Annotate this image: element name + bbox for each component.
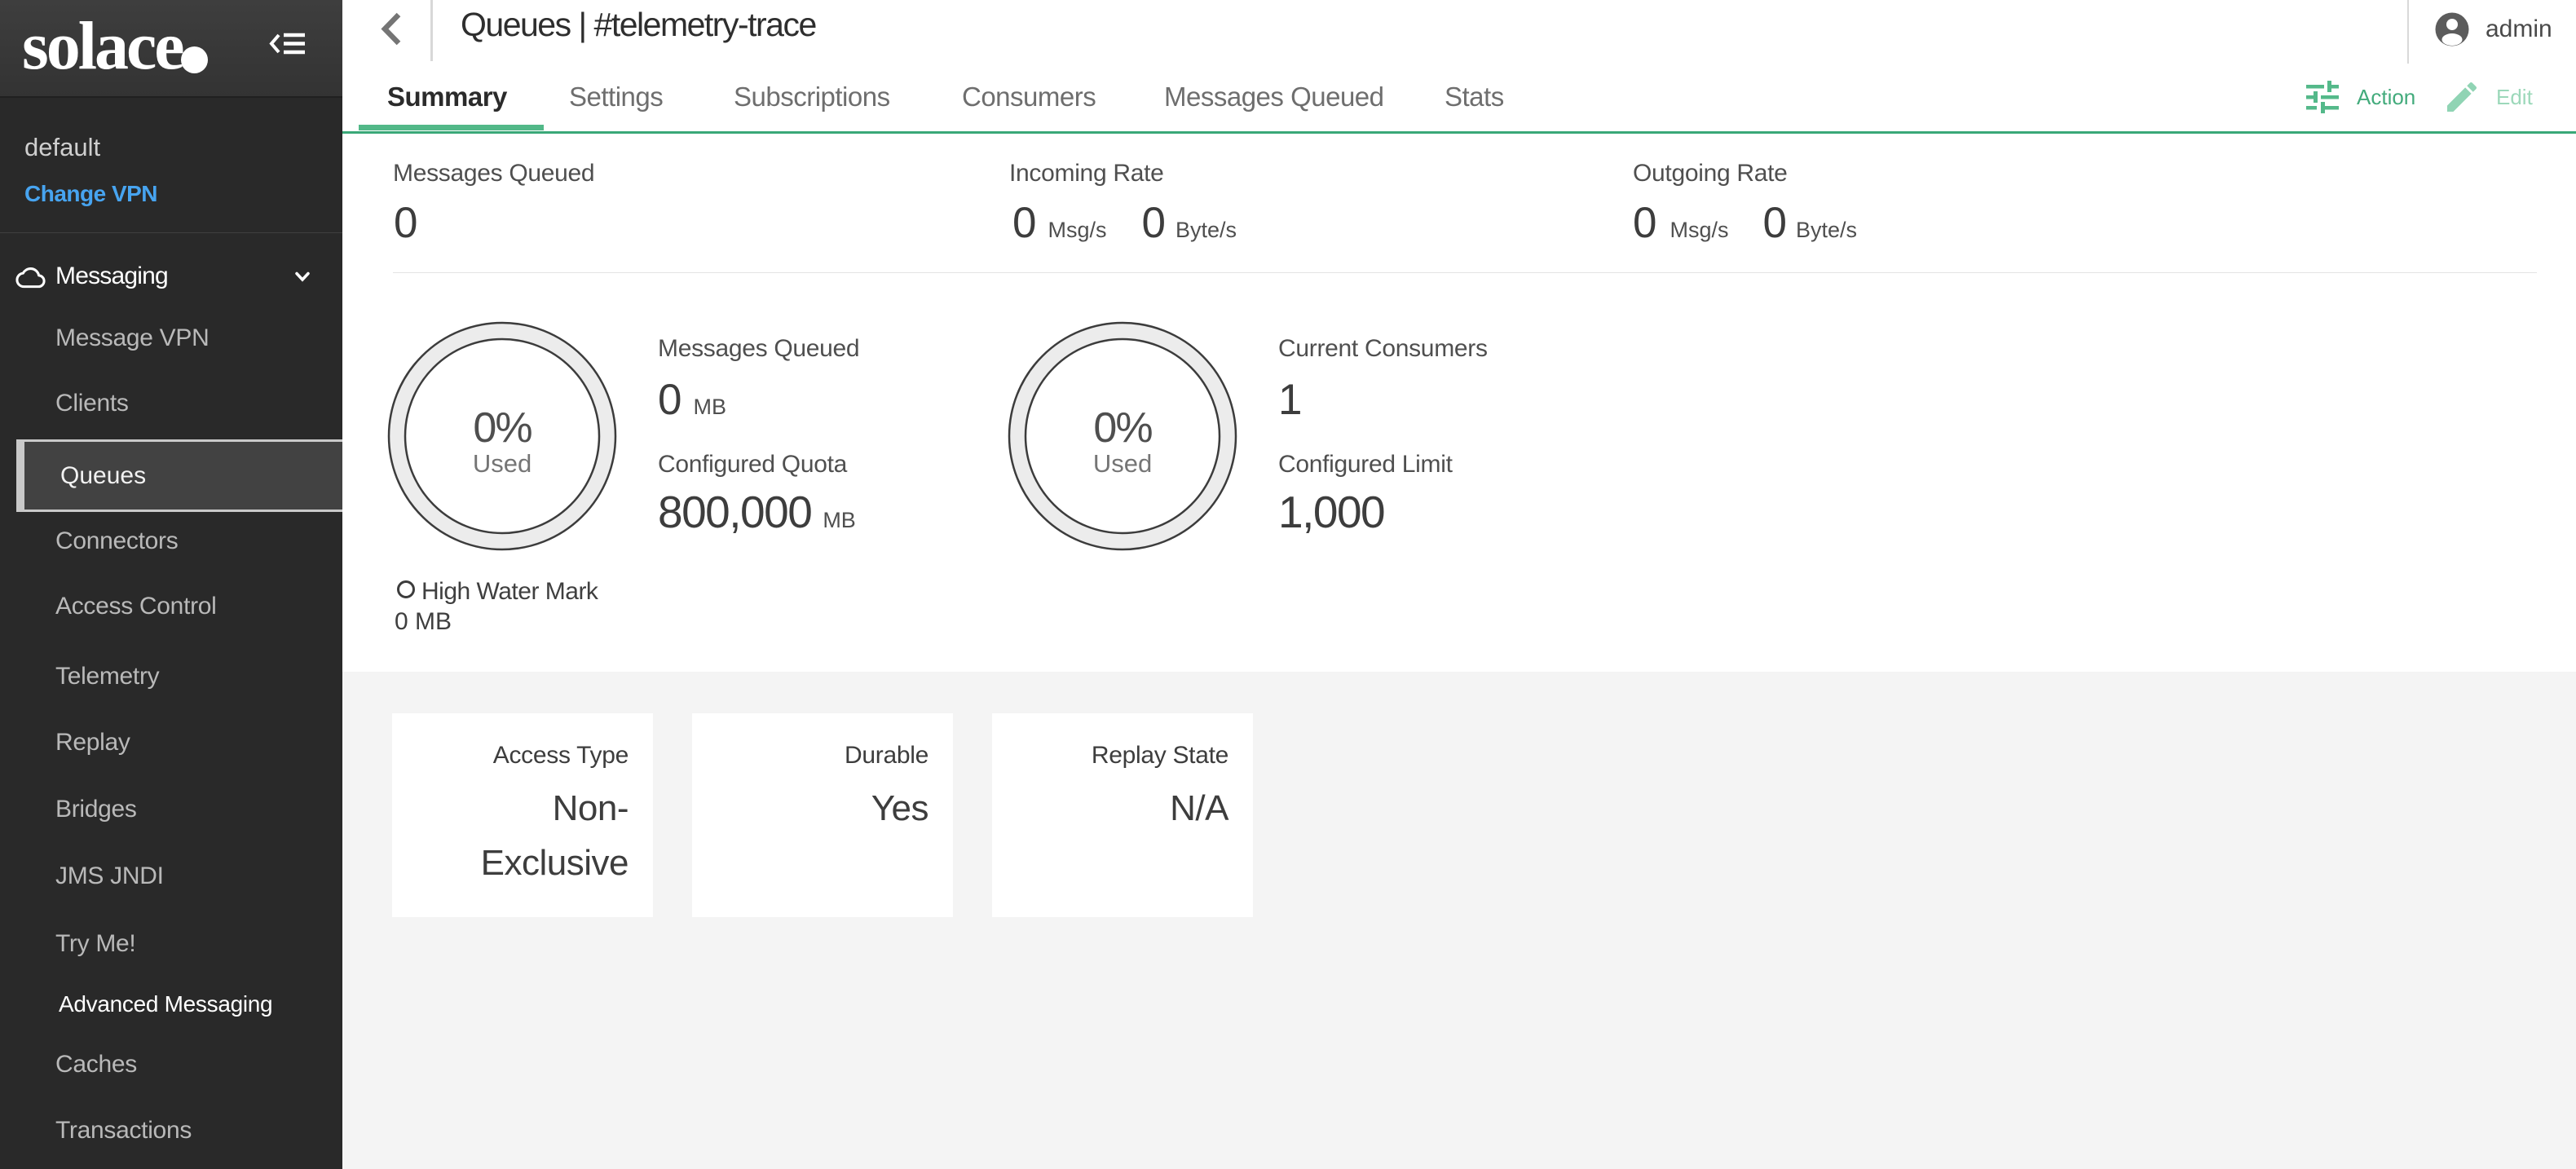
- svg-text:Used: Used: [473, 449, 532, 478]
- svg-text:Used: Used: [1093, 449, 1152, 478]
- svg-text:0%: 0%: [1093, 404, 1152, 452]
- svg-text:0%: 0%: [473, 404, 532, 452]
